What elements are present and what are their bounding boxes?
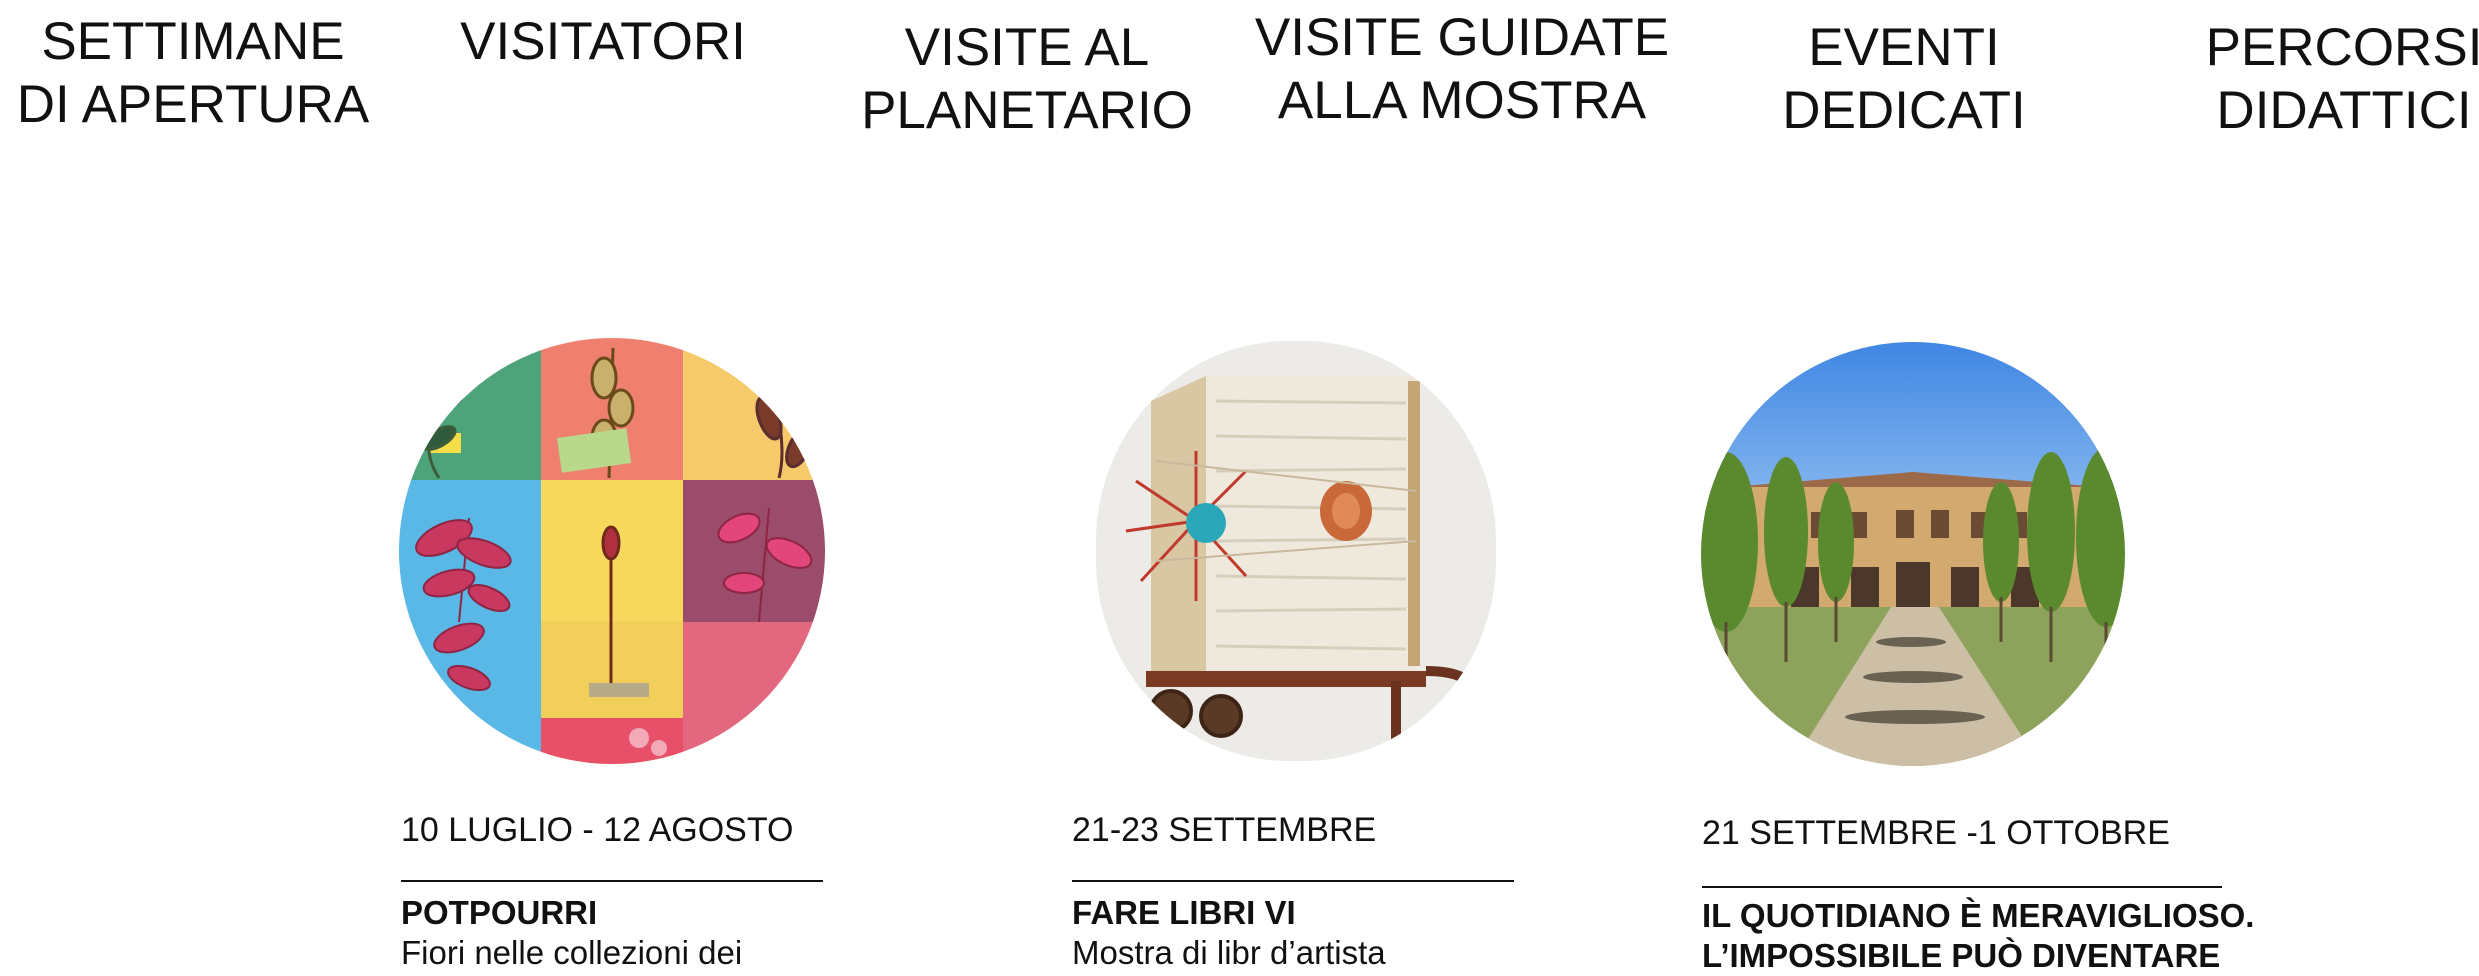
artist-book-image[interactable] — [1096, 341, 1496, 761]
stat-label-guided-tours: VISITE GUIDATE ALLA MOSTRA — [1254, 8, 1670, 130]
event-title[interactable]: IL QUOTIDIANO È MERAVIGLIOSO. L’IMPOSSIB… — [1702, 896, 2254, 976]
stat-label-planetarium: VISITE AL PLANETARIO — [861, 18, 1193, 140]
stat-label-weeks: SETTIMANE DI APERTURA — [16, 12, 370, 134]
botanical-collage-image[interactable] — [399, 338, 825, 764]
divider — [401, 880, 823, 882]
event-date: 10 LUGLIO - 12 AGOSTO — [401, 811, 794, 849]
stat-label-events: EVENTI DEDICATI — [1782, 18, 2026, 140]
divider — [1072, 880, 1514, 882]
event-title[interactable]: POTPOURRI — [401, 893, 597, 933]
villa-courtyard-image[interactable] — [1701, 342, 2125, 766]
stat-number-visitors — [453, 0, 753, 8]
event-subtitle: Mostra di libr d’artista — [1072, 934, 1386, 971]
stat-number-planetarium — [877, 0, 1177, 8]
event-subtitle: Fiori nelle collezioni dei — [401, 934, 743, 971]
event-date: 21-23 SETTEMBRE — [1072, 811, 1377, 849]
stat-label-visitors: VISITATORI — [460, 12, 746, 71]
stat-number-didactic — [2194, 0, 2479, 8]
event-date: 21 SETTEMBRE -1 OTTOBRE — [1702, 814, 2170, 852]
divider — [1702, 886, 2222, 888]
stat-label-didactic: PERCORSI DIDATTICI — [2205, 18, 2479, 140]
stat-number-events — [1754, 0, 2054, 8]
event-title[interactable]: FARE LIBRI VI — [1072, 893, 1296, 933]
stat-number-weeks — [43, 0, 343, 8]
